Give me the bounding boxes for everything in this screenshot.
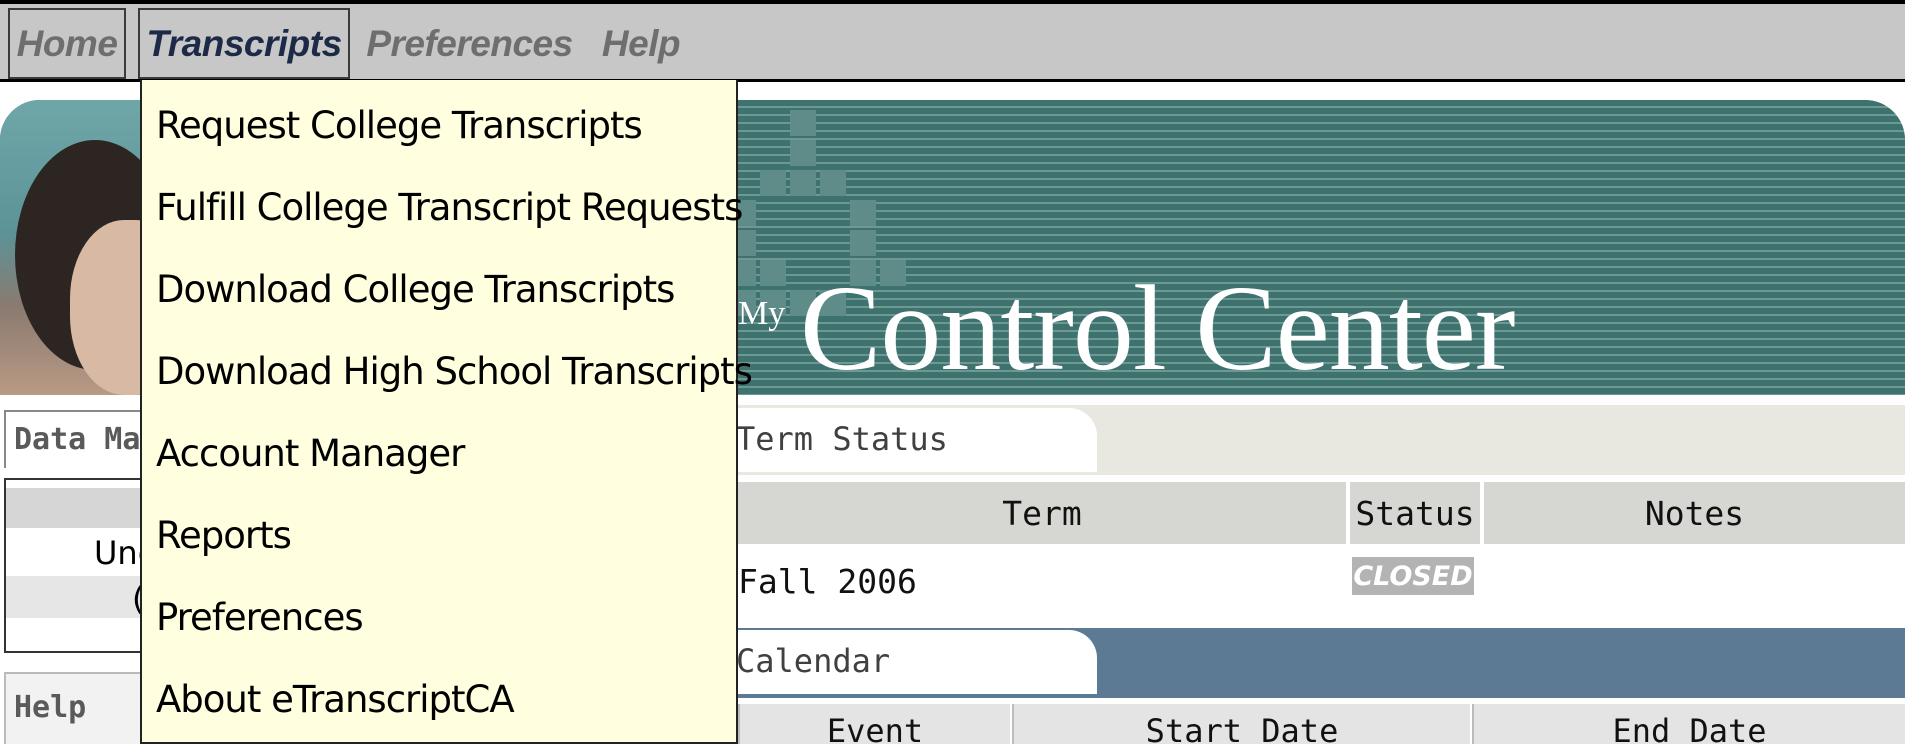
menu-item-request-college-transcripts[interactable]: Request College Transcripts — [156, 90, 726, 160]
menu-item-account-manager[interactable]: Account Manager — [156, 418, 726, 488]
banner-photo — [0, 100, 190, 395]
column-header-notes: Notes — [1484, 482, 1905, 544]
menu-help[interactable]: Help — [596, 8, 686, 79]
column-header-start-date: Start Date — [1012, 704, 1470, 744]
column-header-end-date: End Date — [1472, 704, 1905, 744]
term-cell: Fall 2006 — [738, 562, 917, 601]
banner-title: Control Center — [800, 261, 1515, 395]
transcripts-dropdown-menu: Request College Transcripts Fulfill Coll… — [140, 80, 753, 744]
menu-home[interactable]: Home — [8, 8, 126, 79]
help-panel-title: Help — [4, 672, 154, 744]
menu-transcripts[interactable]: Transcripts — [138, 8, 350, 79]
table-row: ( — [6, 576, 152, 618]
menu-item-reports[interactable]: Reports — [156, 500, 726, 570]
menu-item-about[interactable]: About eTranscriptCA — [156, 664, 726, 734]
banner-prefix: My — [738, 295, 786, 332]
menu-item-fulfill-college-transcript-requests[interactable]: Fulfill College Transcript Requests — [156, 172, 743, 242]
calendar-title: Calendar — [730, 630, 1097, 694]
data-manager-panel-title: Data Ma — [4, 410, 154, 468]
column-header-event: Event — [738, 704, 1010, 744]
table-header — [6, 488, 152, 528]
term-status-title: Term Status — [730, 408, 1097, 472]
menu-preferences[interactable]: Preferences — [362, 8, 577, 79]
menu-item-download-high-school-transcripts[interactable]: Download High School Transcripts — [156, 336, 753, 406]
menu-bar: Home Transcripts Preferences Help — [0, 0, 1905, 82]
menu-item-preferences[interactable]: Preferences — [156, 582, 726, 652]
column-header-status: Status — [1350, 482, 1480, 544]
status-badge: CLOSED — [1352, 557, 1474, 595]
data-manager-table: Unc ( — [4, 478, 156, 653]
menu-item-download-college-transcripts[interactable]: Download College Transcripts — [156, 254, 726, 324]
table-row: Unc — [94, 534, 156, 572]
column-header-term: Term — [738, 482, 1346, 544]
